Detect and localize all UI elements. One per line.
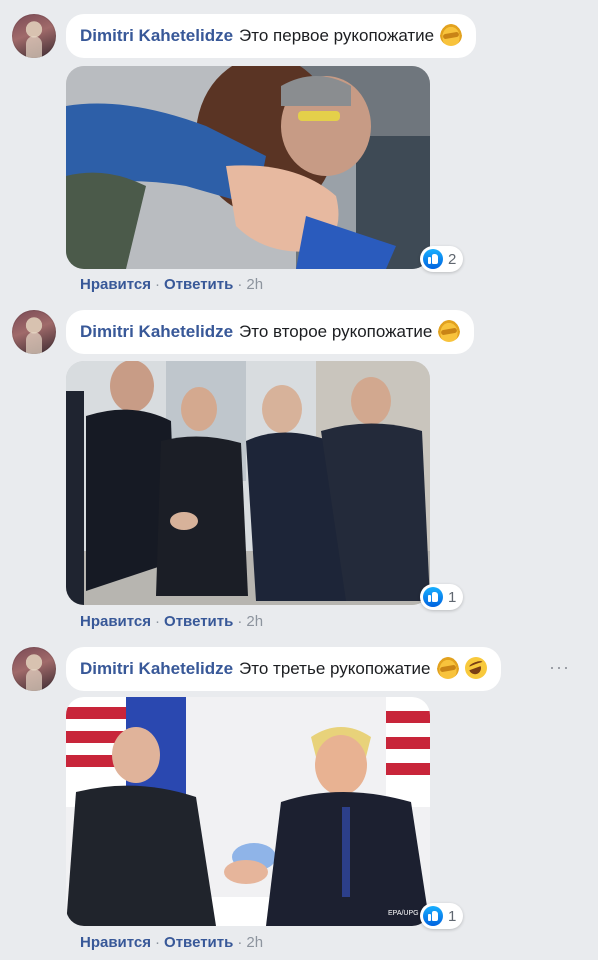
reaction-badge[interactable]: 1 [420,903,464,929]
like-button[interactable]: Нравится [80,276,151,293]
reaction-count: 1 [448,588,457,606]
photo-third-handshake: EPA/UPG [66,697,430,926]
like-icon [423,906,443,926]
photo-second-handshake [66,361,430,605]
reaction-badge[interactable]: 1 [420,584,464,610]
author-name[interactable]: Dimitri Kahetelidze [80,26,233,45]
handshake-icon [436,656,459,679]
timestamp[interactable]: 2h [246,934,263,951]
separator: · [237,613,243,630]
comment-text: Это третье рукопожатие [239,659,431,678]
handshake-icon [438,319,461,342]
comment-actions: Нравится · Ответить · 2h [80,276,263,293]
timestamp[interactable]: 2h [246,613,263,630]
separator: · [155,613,161,630]
comment-bubble: Dimitri Kahetelidze Это третье рукопожати… [66,647,501,691]
reply-button[interactable]: Ответить [164,276,233,293]
comment-bubble: Dimitri Kahetelidze Это второе рукопожати… [66,310,475,354]
rofl-icon [464,656,487,679]
separator: · [237,276,243,293]
reaction-badge[interactable]: 2 [420,246,464,272]
comment-photo[interactable] [66,361,430,605]
timestamp[interactable]: 2h [246,276,263,293]
author-name[interactable]: Dimitri Kahetelidze [80,659,233,678]
reaction-count: 1 [448,907,457,925]
like-icon [423,249,443,269]
handshake-icon [440,23,463,46]
photo-watermark: EPA/UPG [388,910,419,917]
like-icon [423,587,443,607]
reply-button[interactable]: Ответить [164,934,233,951]
comment-text: Это первое рукопожатие [239,26,435,45]
comment-photo[interactable]: EPA/UPG [66,697,430,926]
avatar[interactable] [12,647,56,691]
comment-text: Это второе рукопожатие [239,322,433,341]
comment-actions: Нравится · Ответить · 2h [80,613,263,630]
avatar[interactable] [12,310,56,354]
photo-first-handshake [66,66,430,269]
avatar[interactable] [12,14,56,58]
author-name[interactable]: Dimitri Kahetelidze [80,322,233,341]
more-options-icon[interactable]: ··· [549,657,570,678]
separator: · [237,934,243,951]
comment-photo[interactable] [66,66,430,269]
comment-bubble: Dimitri Kahetelidze Это первое рукопожати… [66,14,477,58]
separator: · [155,276,161,293]
reply-button[interactable]: Ответить [164,613,233,630]
separator: · [155,934,161,951]
like-button[interactable]: Нравится [80,934,151,951]
reaction-count: 2 [448,250,457,268]
comment-actions: Нравится · Ответить · 2h [80,934,263,951]
like-button[interactable]: Нравится [80,613,151,630]
